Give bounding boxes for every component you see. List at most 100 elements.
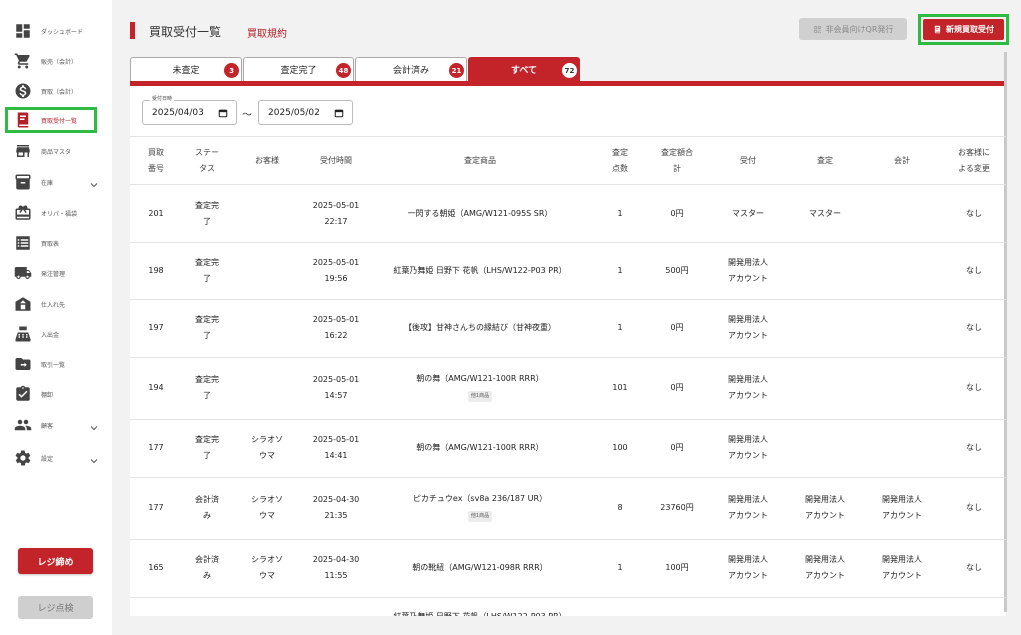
sidebar-item-label: 在庫 xyxy=(41,179,54,187)
tab-all[interactable]: すべて 72 xyxy=(468,57,580,81)
chevron-down-icon[interactable] xyxy=(88,419,100,431)
qr-issue-button[interactable]: 非会員向けQR発行 xyxy=(799,18,907,40)
chevron-down-icon[interactable] xyxy=(88,452,100,464)
table-cell-total: 0円 xyxy=(670,208,684,218)
sidebar-item-suppliers[interactable]: 仕入れ先 xyxy=(14,292,104,316)
sidebar-item-stocktake[interactable]: 棚卸 xyxy=(14,382,104,406)
table-cell-points: 1 xyxy=(617,208,623,218)
qr-icon xyxy=(813,25,822,34)
table-cell-total: 500円 xyxy=(665,265,689,275)
table-cell-total: 23760円 xyxy=(660,503,694,512)
tab-label: すべて xyxy=(510,66,537,76)
page-title: 買取受付一覧 xyxy=(149,25,222,39)
table-cell-status: 査定完了 xyxy=(195,315,219,340)
table-cell-product: 朝の舞（AMG/W121-100R RRR） xyxy=(416,443,544,452)
folder-icon xyxy=(14,355,32,373)
buyback-terms-link[interactable]: 買取規約 xyxy=(247,25,287,40)
table-row-divider xyxy=(130,242,1006,243)
column-header: 受付時間 xyxy=(320,156,352,165)
table-cell-points: 101 xyxy=(612,383,628,392)
sidebar-item-label: 商品マスタ xyxy=(41,148,72,156)
table-cell-reception: 開発用法人 アカウント xyxy=(728,435,768,460)
table-cell-product: 一閃する朝姫（AMG/W121-095S SR） xyxy=(407,208,553,218)
new-buyback-button-highlight: 新規買取受付 xyxy=(918,14,1009,45)
column-header: 査定 点数 xyxy=(612,148,628,173)
table-cell-status: 査定完了 xyxy=(195,257,219,283)
table-cell-status: 査定完了 xyxy=(195,200,219,226)
table-cell-product: 朝の舞（AMG/W121-100R RRR） 他1商品 xyxy=(360,371,600,403)
sidebar-item-label: 買取（会計） xyxy=(41,88,78,96)
sidebar-item-label: 発注管理 xyxy=(41,270,66,278)
table-cell-reception: 開発用法人 アカウント xyxy=(728,375,768,400)
tab-label: 会計済み xyxy=(392,66,429,76)
sidebar-item-buyback-checkout[interactable]: 買取（会計） xyxy=(14,79,104,103)
table-cell-reception: マスター xyxy=(732,208,764,218)
table-cell-product: ピカチュウex（sv8a 236/187 UR） 他1商品 xyxy=(360,491,600,523)
dashboard-icon xyxy=(14,22,32,40)
table-cell-status: 査定完了 xyxy=(195,375,219,400)
date-from-input[interactable]: 2025/04/03 xyxy=(142,100,237,125)
sidebar-item-product-master[interactable]: 商品マスタ xyxy=(14,139,104,163)
new-buyback-button[interactable]: 新規買取受付 xyxy=(923,19,1004,40)
calendar-icon[interactable] xyxy=(334,108,344,118)
store-icon xyxy=(14,142,32,160)
table-cell-status: 会計済み xyxy=(195,495,219,520)
sidebar-item-label: 設定 xyxy=(41,455,54,463)
sidebar-item-label: ダッシュボード xyxy=(41,28,84,36)
supplier-icon xyxy=(14,295,32,313)
table-cell-total: 0円 xyxy=(670,443,684,452)
date-from-value: 2025/04/03 xyxy=(152,107,204,118)
sidebar-item-label: 顧客 xyxy=(41,422,54,430)
other-items-tag: 他1商品 xyxy=(467,511,493,522)
table-cell-product: 紅葉乃舞姫 日野下 花帆（LHS/W122-P03 PR） xyxy=(393,265,567,275)
sidebar-item-customers[interactable]: 顧客 xyxy=(14,413,104,437)
tab-label: 未査定 xyxy=(172,66,200,76)
sidebar-item-transactions[interactable]: 取引一覧 xyxy=(14,352,104,376)
sidebar-item-label: 棚卸 xyxy=(41,391,54,399)
sidebar-item-label: 仕入れ先 xyxy=(41,301,66,309)
date-to-value: 2025/05/02 xyxy=(268,107,320,118)
table-cell-change: なし xyxy=(966,265,982,275)
table-cell-id: 201 xyxy=(148,208,164,218)
sidebar-item-settings[interactable]: 設定 xyxy=(14,446,104,470)
buyback-receipt-icon xyxy=(14,111,32,129)
tab-count-badge: 21 xyxy=(449,63,464,78)
sidebar-item-label: 販売（会計） xyxy=(41,58,78,66)
date-to-input[interactable]: 2025/05/02 xyxy=(258,100,353,125)
close-register-button[interactable]: レジ締め xyxy=(18,548,93,574)
tab-assessed[interactable]: 査定完了 48 xyxy=(243,57,354,81)
calendar-icon[interactable] xyxy=(218,108,228,118)
table-cell-change: なし xyxy=(966,323,982,332)
sidebar-item-sales[interactable]: 販売（会計） xyxy=(14,49,104,73)
table-row-divider xyxy=(130,597,1006,598)
sidebar-item-inventory[interactable]: 在庫 xyxy=(14,170,104,194)
table-cell-id: 165 xyxy=(148,563,164,572)
table-row-divider xyxy=(130,477,1006,478)
table-cell-change: なし xyxy=(966,563,982,572)
chevron-down-icon[interactable] xyxy=(88,176,100,188)
tab-unassessed[interactable]: 未査定 3 xyxy=(130,57,242,81)
table-cell-reception: 開発用法人 アカウント xyxy=(728,315,768,340)
tab-paid[interactable]: 会計済み 21 xyxy=(355,57,467,81)
sidebar-item-dashboard[interactable]: ダッシュボード xyxy=(14,19,104,43)
table-cell-customer: シラオソ ウマ xyxy=(251,495,283,520)
table-cell-accounting: 開発用法人 アカウント xyxy=(882,555,922,580)
table-row-divider xyxy=(130,539,1006,540)
table-cell-points: 1 xyxy=(617,265,623,275)
table-row-divider xyxy=(130,136,1006,137)
sidebar-item-label: 買取表 xyxy=(41,240,60,248)
gift-icon xyxy=(14,204,32,222)
sidebar-item-label: 入出金 xyxy=(41,331,60,339)
tab-count-badge: 48 xyxy=(336,63,351,78)
table-cell-change: なし xyxy=(966,503,982,512)
sidebar-item-orders[interactable]: 発注管理 xyxy=(14,261,104,285)
sidebar-item-buyback-table[interactable]: 買取表 xyxy=(14,231,104,255)
sidebar-item-cash[interactable]: 入出金 xyxy=(14,322,104,346)
table-row-divider xyxy=(130,419,1006,420)
column-header: 受付 xyxy=(740,156,756,165)
cart-icon xyxy=(14,52,32,70)
sidebar-item-label: 取引一覧 xyxy=(41,361,66,369)
check-register-button[interactable]: レジ点検 xyxy=(18,596,93,619)
sidebar-item-oripa[interactable]: オリパ・福袋 xyxy=(14,201,104,225)
sidebar-item-buyback-list[interactable]: 買取受付一覧 xyxy=(5,107,97,133)
